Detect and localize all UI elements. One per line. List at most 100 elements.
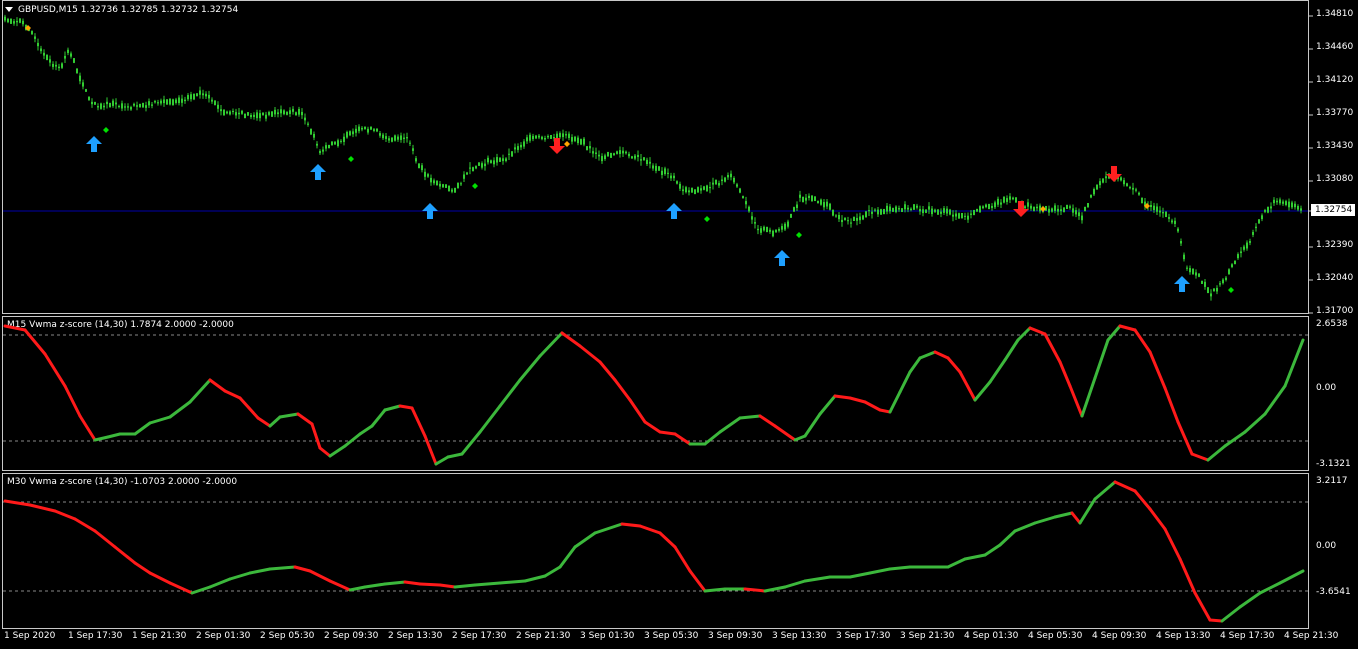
candle-body xyxy=(895,206,897,212)
zscore-segment xyxy=(523,574,547,583)
zscore-segment xyxy=(278,412,300,419)
candle-body xyxy=(238,112,240,115)
candle-body xyxy=(520,144,522,148)
candle-body xyxy=(526,137,528,142)
candle-body xyxy=(628,153,630,157)
candle-body xyxy=(1243,246,1245,250)
candle-body xyxy=(1171,220,1173,223)
zscore-segment xyxy=(1176,420,1194,456)
zscore-segment xyxy=(803,412,822,438)
candle-body xyxy=(409,142,411,144)
zscore-segment xyxy=(933,350,950,360)
zscore-segment xyxy=(318,446,332,458)
candle-body xyxy=(1159,210,1161,213)
candle-body xyxy=(394,135,396,141)
candle-body xyxy=(481,163,483,168)
candle-body xyxy=(301,111,303,116)
zscore-segment xyxy=(498,579,527,585)
candle-body xyxy=(760,228,762,233)
candle-body xyxy=(157,102,159,104)
candle-body xyxy=(178,97,180,104)
candle-body xyxy=(892,207,894,212)
price-axis-label: 1.32390 xyxy=(1316,240,1354,250)
candle-body xyxy=(769,229,771,232)
buy-arrow-icon xyxy=(422,203,438,219)
zscore-segment xyxy=(473,581,502,587)
zscore-segment xyxy=(418,582,442,587)
candle-body xyxy=(472,167,474,172)
candle-body xyxy=(946,208,948,214)
candle-body xyxy=(1264,210,1266,212)
zscore-segment xyxy=(398,404,414,410)
candle-body xyxy=(193,93,195,100)
candle-body xyxy=(16,20,18,23)
zscore-segment xyxy=(1243,412,1267,434)
candle-body xyxy=(82,82,84,87)
candle-body xyxy=(391,137,393,142)
zscore-segment xyxy=(658,531,677,549)
zscore-segment xyxy=(358,424,374,436)
m30-indicator-pane[interactable]: M30 Vwma z-score (14,30) -1.0703 2.0000 … xyxy=(0,473,1358,629)
candle-body xyxy=(13,21,15,24)
candle-body xyxy=(496,157,498,163)
candle-body xyxy=(613,153,615,156)
time-axis-label: 4 Sep 05:30 xyxy=(1028,631,1083,641)
price-chart-pane[interactable]: GBPUSD,M15 1.32736 1.32785 1.32732 1.327… xyxy=(0,0,1358,316)
candle-body xyxy=(511,151,513,157)
candle-body xyxy=(1135,189,1137,191)
candle-body xyxy=(574,136,576,142)
candle-body xyxy=(487,157,489,163)
candle-body xyxy=(691,187,693,193)
candle-body xyxy=(715,179,717,185)
candle-body xyxy=(184,99,186,102)
candle-body xyxy=(334,141,336,145)
zscore-segment xyxy=(628,398,647,424)
candle-body xyxy=(751,216,753,220)
buy-arrow-icon xyxy=(86,136,102,152)
candle-body xyxy=(58,66,60,69)
zscore-segment xyxy=(498,378,522,408)
candle-body xyxy=(1069,206,1071,208)
zscore-segment xyxy=(620,522,642,528)
zscore-segment xyxy=(423,434,438,466)
candle-body xyxy=(1294,203,1296,208)
candle-body xyxy=(451,189,453,192)
zscore-segment xyxy=(738,414,762,420)
candle-body xyxy=(835,215,837,217)
candle-body xyxy=(505,158,507,161)
candle-body xyxy=(118,105,120,108)
zscore-segment xyxy=(1080,376,1097,418)
zscore-segment xyxy=(918,350,937,360)
zscore-segment xyxy=(973,380,992,402)
candle-body xyxy=(1009,196,1011,200)
candle-body xyxy=(70,53,72,57)
candle-body xyxy=(103,105,105,108)
m15-indicator-pane[interactable]: M15 Vwma z-score (14,30) 1.7874 2.0000 -… xyxy=(0,316,1358,471)
candle-body xyxy=(1150,205,1152,207)
candle-body xyxy=(1006,198,1008,202)
candle-body xyxy=(172,99,174,106)
candle-body xyxy=(457,182,459,189)
candle-body xyxy=(343,136,345,142)
candle-body xyxy=(844,217,846,220)
candle-body xyxy=(196,93,198,97)
candle-body xyxy=(283,110,285,115)
candle-body xyxy=(916,205,918,208)
zscore-segment xyxy=(478,404,502,434)
buy-arrow-icon xyxy=(310,164,326,180)
candle-body xyxy=(202,93,204,96)
candle-body xyxy=(148,101,150,106)
zscore-segment xyxy=(758,414,777,428)
green-diamond-icon xyxy=(103,127,109,133)
candle-body xyxy=(73,58,75,63)
candle-body xyxy=(1276,200,1278,203)
time-axis-label: 4 Sep 01:30 xyxy=(964,631,1019,641)
candle-body xyxy=(1240,251,1242,254)
candle-body xyxy=(991,205,993,208)
candle-body xyxy=(874,209,876,211)
candle-body xyxy=(76,68,78,74)
zscore-segment xyxy=(438,583,457,589)
candle-body xyxy=(346,131,348,138)
candle-body xyxy=(784,223,786,230)
candle-body xyxy=(583,138,585,145)
